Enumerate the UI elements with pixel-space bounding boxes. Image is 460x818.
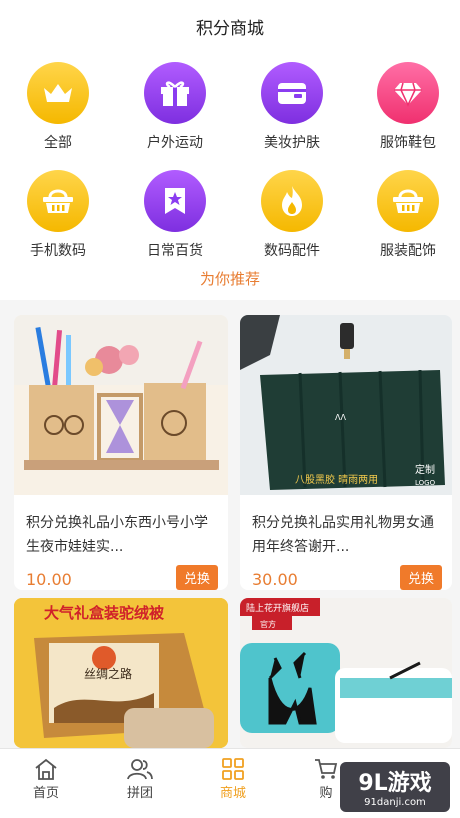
tab-mall[interactable]: 商城 [203, 756, 263, 801]
gift-icon [144, 62, 206, 124]
page-title: 积分商城 [196, 19, 264, 39]
product-banner-text: 陆上花开旗舰店 [246, 602, 309, 614]
category-all[interactable]: 全部 [8, 62, 108, 152]
umbrella-custom-label: 定制 [415, 463, 435, 476]
diamond-icon [377, 62, 439, 124]
product-card[interactable]: ΛΛ 八股黑胶 晴雨两用 定制 LOGO 积分兑换礼品实用礼物男女通用年终答谢开… [240, 315, 452, 590]
product-card[interactable]: 大气礼盒装驼绒被 丝绸之路 [14, 598, 228, 748]
star-bookmark-icon [144, 170, 206, 232]
category-beauty[interactable]: 美妆护肤 [242, 62, 342, 152]
product-image: ΛΛ 八股黑胶 晴雨两用 定制 LOGO [240, 315, 452, 495]
product-card[interactable]: 陆上花开旗舰店 官方 [240, 598, 452, 748]
category-daily-goods[interactable]: 日常百货 [125, 170, 225, 260]
product-banner-text: 大气礼盒装驼绒被 [44, 604, 165, 622]
grid-icon [203, 756, 263, 782]
product-image: 大气礼盒装驼绒被 丝绸之路 [14, 598, 228, 748]
svg-text:ΛΛ: ΛΛ [335, 413, 346, 422]
basket-icon [27, 170, 89, 232]
category-phones[interactable]: 手机数码 [8, 170, 108, 260]
umbrella-caption: 八股黑胶 晴雨两用 [295, 473, 378, 486]
umbrella-logo-label: LOGO [415, 479, 436, 487]
crown-icon [27, 62, 89, 124]
category-digital-accessories[interactable]: 数码配件 [242, 170, 342, 260]
product-box-text: 丝绸之路 [84, 666, 132, 681]
category-apparel-bags[interactable]: 服饰鞋包 [358, 62, 458, 152]
wallet-icon [261, 62, 323, 124]
product-price: 10.00 [26, 570, 72, 589]
category-outdoor[interactable]: 户外运动 [125, 62, 225, 152]
exchange-button[interactable]: 兑换 [399, 565, 442, 590]
recommend-heading: 为你推荐 [199, 270, 260, 288]
tab-group-buy[interactable]: 拼团 [110, 756, 170, 801]
basket-icon [377, 170, 439, 232]
watermark-logo: 9L游戏 91danji.com [340, 762, 450, 812]
home-icon [16, 756, 76, 782]
product-banner-sub: 官方 [260, 619, 276, 629]
users-icon [110, 756, 170, 782]
category-clothing-accessories[interactable]: 服装配饰 [358, 170, 458, 260]
tab-home[interactable]: 首页 [16, 756, 76, 801]
flame-icon [261, 170, 323, 232]
product-price: 30.00 [252, 570, 298, 589]
product-card[interactable]: 积分兑换礼品小东西小号小学生夜市娃娃实... 10.00 兑换 [14, 315, 228, 590]
product-title: 积分兑换礼品小东西小号小学生夜市娃娃实... [26, 515, 208, 555]
product-image: 陆上花开旗舰店 官方 [240, 598, 452, 748]
product-image [14, 315, 228, 495]
exchange-button[interactable]: 兑换 [175, 565, 218, 590]
product-title: 积分兑换礼品实用礼物男女通用年终答谢开... [252, 515, 434, 555]
